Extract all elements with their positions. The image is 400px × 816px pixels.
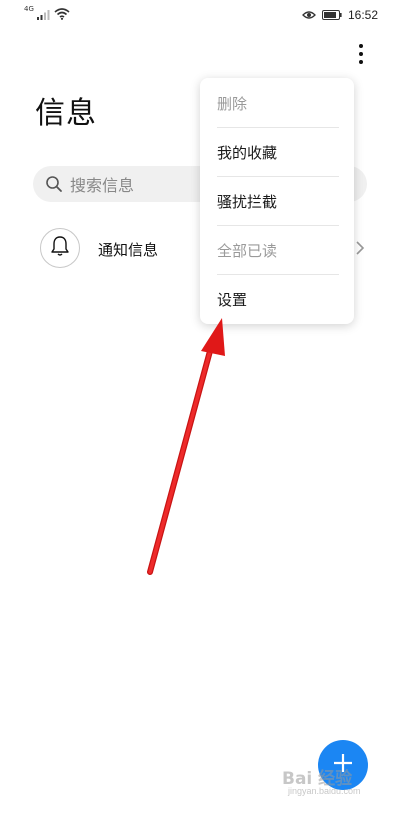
more-dot <box>359 60 363 64</box>
menu-item-favorites[interactable]: 我的收藏 <box>217 128 339 177</box>
status-left: 4G <box>24 5 70 24</box>
eye-icon <box>302 5 316 24</box>
chevron-right-icon <box>354 238 366 258</box>
status-time: 16:52 <box>347 7 378 22</box>
messages-screen: 4G 16:52 信息 搜索信息 通知信息 删除 我的收藏 骚扰拦截 全部已读 … <box>0 0 400 816</box>
menu-item-delete[interactable]: 删除 <box>217 79 339 128</box>
list-item-label: 通知信息 <box>98 241 159 259</box>
search-placeholder: 搜索信息 <box>70 176 135 195</box>
page-title: 信息 <box>35 96 97 131</box>
status-bar: 4G 16:52 <box>0 0 400 26</box>
menu-item-harassment-block[interactable]: 骚扰拦截 <box>217 177 339 226</box>
wifi-icon <box>54 5 70 24</box>
status-right: 16:52 <box>302 5 378 24</box>
overflow-menu: 删除 我的收藏 骚扰拦截 全部已读 设置 <box>200 78 354 324</box>
watermark-url: jingyan.baidu.com <box>288 786 361 796</box>
more-dot <box>359 52 363 56</box>
baidu-watermark: Bai 经验 jingyan.baidu.com <box>282 760 382 800</box>
battery-icon <box>321 5 342 24</box>
menu-item-mark-all-read[interactable]: 全部已读 <box>217 226 339 275</box>
bell-icon <box>50 235 70 261</box>
more-dot <box>359 44 363 48</box>
more-options-button[interactable] <box>352 42 370 66</box>
signal-icon <box>36 5 51 24</box>
menu-item-settings[interactable]: 设置 <box>217 275 339 324</box>
network-type: 4G <box>24 5 34 13</box>
search-icon <box>44 174 64 194</box>
notification-avatar <box>40 228 80 268</box>
